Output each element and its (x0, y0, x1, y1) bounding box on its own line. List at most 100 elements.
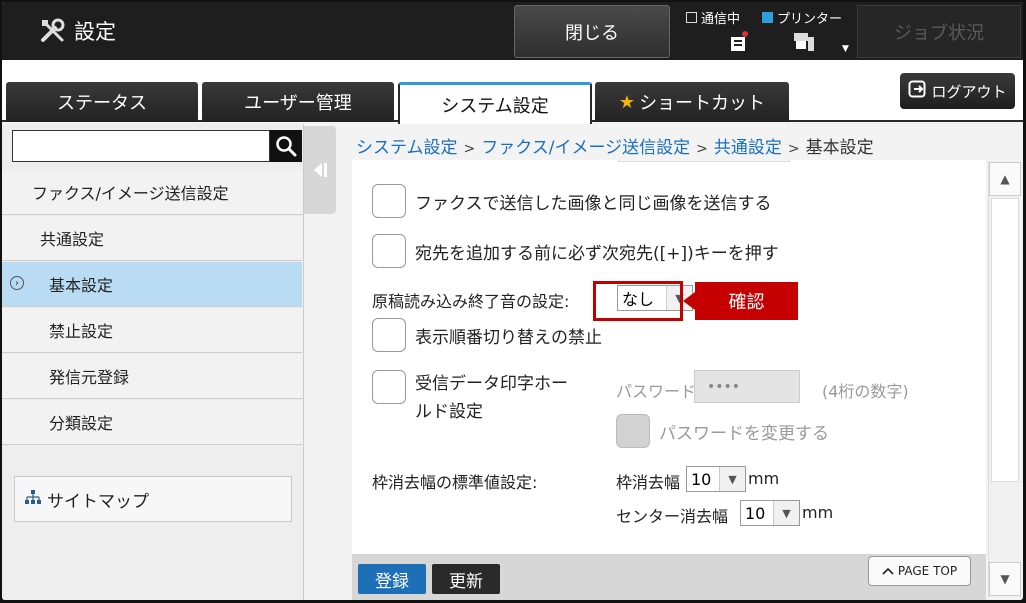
frame-erase-select[interactable]: 10 ▼ (686, 466, 746, 492)
job-status-button[interactable]: ジョブ状況 (857, 5, 1021, 58)
sidebar-item-fax-image-send[interactable]: ファクス/イメージ送信設定 (2, 170, 302, 215)
breadcrumb-link[interactable]: ファクス/イメージ送信設定 (481, 138, 690, 158)
sitemap-label: サイトマップ (47, 491, 149, 512)
device-status: 通信中 プリンター ▼ (682, 6, 852, 58)
breadcrumb-separator: > (787, 141, 800, 157)
hold-print-checkbox[interactable] (372, 370, 406, 404)
center-erase-unit: mm (802, 503, 834, 522)
confirm-callout: 確認 (683, 282, 798, 320)
display-order-checkbox[interactable] (372, 318, 406, 352)
change-password-label: パスワードを変更する (659, 423, 829, 444)
same-image-option: ファクスで送信した画像と同じ画像を送信する (372, 184, 772, 218)
scroll-up-icon[interactable]: ▲ (989, 162, 1021, 196)
scroll-down-icon[interactable]: ▼ (989, 562, 1021, 596)
display-order-option: 表示順番切り替えの禁止 (372, 318, 602, 352)
breadcrumb-separator: > (463, 141, 476, 157)
sidebar-item-label: 分類設定 (49, 414, 114, 433)
logout-label: ログアウト (931, 82, 1007, 101)
scan-end-sound-label: 原稿読み込み終了音の設定: (372, 292, 570, 311)
search-input[interactable] (12, 130, 270, 162)
center-erase-select[interactable]: 10 ▼ (740, 500, 800, 526)
breadcrumb-separator: > (696, 141, 708, 157)
change-password-option: パスワードを変更する (616, 414, 829, 448)
page-top-button[interactable]: PAGE TOP (868, 556, 971, 586)
sitemap-button[interactable]: サイトマップ (14, 476, 292, 522)
clipped-select (618, 160, 790, 162)
top-bar: 設定 閉じる 通信中 プリンター ▼ ジョブ状況 (2, 2, 1023, 60)
breadcrumb-link[interactable]: システム設定 (356, 138, 458, 158)
clipped-row (372, 160, 792, 164)
sitemap-icon (25, 489, 41, 509)
scrollbar-thumb[interactable] (991, 198, 1019, 482)
breadcrumb-link[interactable]: 共通設定 (714, 138, 782, 158)
device-menu-caret-icon[interactable]: ▼ (842, 44, 849, 54)
scan-end-sound-highlight (593, 281, 683, 321)
register-button[interactable]: 登録 (358, 564, 426, 594)
sidebar-item-sender-registration[interactable]: 発信元登録 (2, 354, 302, 399)
sidebar-item-label: 発信元登録 (49, 368, 130, 387)
search-button[interactable] (270, 130, 302, 162)
page-top-label: PAGE TOP (897, 564, 958, 578)
erase-width-label: 枠消去幅の標準値設定: (372, 473, 538, 492)
password-label: パスワード: (616, 382, 702, 401)
frame-erase-unit: mm (748, 469, 780, 488)
tab-shortcut[interactable]: ★ ショートカット (595, 82, 789, 122)
settings-tools-icon (38, 16, 68, 46)
hold-print-label-line1: 受信データ印字ホー (415, 374, 568, 394)
tab-shortcut-label: ショートカット (639, 93, 766, 114)
star-icon: ★ (618, 91, 636, 113)
sidebar-item-label: 禁止設定 (49, 322, 114, 341)
comm-indicator-icon (686, 12, 697, 23)
next-address-checkbox[interactable] (372, 234, 406, 268)
next-address-option: 宛先を追加する前に必ず次宛先([+])キーを押す (372, 234, 779, 268)
display-order-label: 表示順番切り替えの禁止 (415, 327, 602, 348)
chevron-down-icon: ▼ (719, 467, 745, 491)
comm-status: 通信中 (686, 8, 740, 27)
main-panel: システム設定 > ファクス/イメージ送信設定 > 共通設定 > 基本設定 ファクスで送信した… (336, 124, 1023, 600)
chevron-right-icon: › (10, 276, 24, 290)
settings-form: ファクスで送信した画像と同じ画像を送信する 宛先を追加する前に必ず次宛先([+]… (352, 160, 986, 554)
collapse-left-icon (314, 163, 327, 177)
main-tab-bar: ステータス ユーザー管理 システム設定 ★ ショートカット ログアウト (2, 60, 1023, 124)
logout-button[interactable]: ログアウト (900, 73, 1015, 109)
settings-window: 設定 閉じる 通信中 プリンター ▼ ジョブ状況 ステータス ユーザー管理 シス… (2, 2, 1023, 600)
hold-print-label-line2: ルド設定 (415, 402, 483, 422)
next-address-label: 宛先を追加する前に必ず次宛先([+])キーを押す (415, 243, 779, 264)
chevron-down-icon: ▼ (773, 501, 799, 525)
sidebar: ファクス/イメージ送信設定 共通設定 › 基本設定 禁止設定 発信元登録 分類設… (2, 124, 304, 600)
update-button[interactable]: 更新 (432, 564, 500, 594)
center-erase-label: センター消去幅 (616, 507, 729, 526)
hold-print-option: 受信データ印字ホー ルド設定 (372, 370, 568, 426)
close-button[interactable]: 閉じる (514, 5, 670, 58)
center-erase-value: 10 (745, 503, 766, 523)
tab-user-management[interactable]: ユーザー管理 (202, 82, 394, 122)
password-hint: (4桁の数字) (822, 382, 909, 401)
sidebar-item-common-settings[interactable]: 共通設定 (2, 216, 302, 261)
frame-erase-value: 10 (691, 469, 712, 489)
scrollbar[interactable]: ▲ ▼ (988, 162, 1021, 598)
hold-print-label: 受信データ印字ホー ルド設定 (415, 370, 568, 426)
sidebar-item-category-settings[interactable]: 分類設定 (2, 400, 302, 445)
sidebar-search (12, 130, 302, 162)
printer-device-icon[interactable] (792, 29, 818, 57)
breadcrumb-current: 基本設定 (805, 138, 874, 158)
printer-status: プリンター (762, 8, 842, 27)
app-title-label: 設定 (74, 20, 116, 44)
printer-indicator-icon (762, 12, 773, 23)
logout-icon (908, 80, 926, 102)
chevron-up-icon (882, 564, 894, 578)
app-title: 設定 (38, 16, 116, 46)
sidebar-item-prohibit-settings[interactable]: 禁止設定 (2, 308, 302, 353)
password-input[interactable]: •••• (694, 370, 800, 403)
tab-status[interactable]: ステータス (6, 82, 198, 122)
fax-device-icon[interactable] (728, 29, 750, 57)
frame-erase-label: 枠消去幅 (616, 473, 681, 492)
sidebar-item-basic-settings[interactable]: › 基本設定 (2, 262, 302, 307)
printer-status-label: プリンター (777, 12, 843, 27)
change-password-checkbox[interactable] (616, 414, 650, 448)
sidebar-collapse-button[interactable] (304, 126, 336, 214)
breadcrumb: システム設定 > ファクス/イメージ送信設定 > 共通設定 > 基本設定 (356, 133, 874, 158)
tab-system-settings[interactable]: システム設定 (398, 82, 592, 124)
same-image-checkbox[interactable] (372, 184, 406, 218)
search-icon (276, 136, 297, 157)
